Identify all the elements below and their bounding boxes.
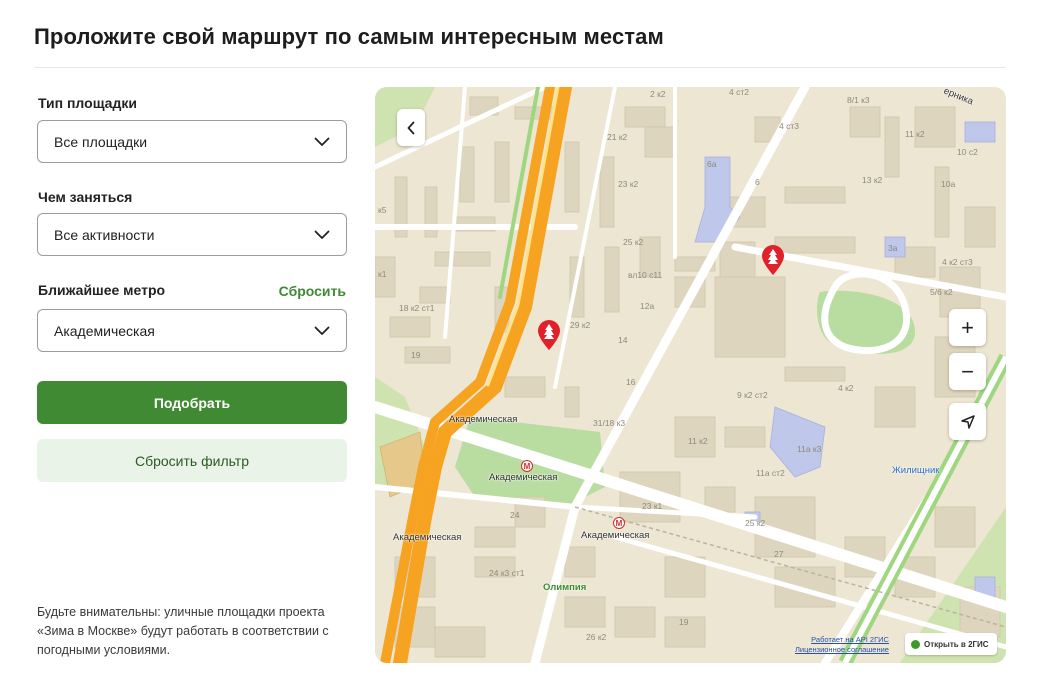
metro-label: Академическая (449, 414, 518, 425)
house-number: 23 к2 (618, 179, 639, 189)
2gis-logo-icon (911, 639, 920, 649)
house-number: 14 (618, 335, 628, 345)
submit-button[interactable]: Подобрать (37, 381, 347, 424)
house-number: 12а (640, 301, 655, 311)
map[interactable]: M M Академическая Академическая Академич… (375, 87, 1006, 663)
house-number: 11 к2 (905, 129, 925, 139)
map-marker-icon[interactable] (536, 319, 562, 351)
activity-select-value: Все активности (54, 226, 155, 243)
type-select[interactable]: Все площадки (37, 120, 347, 163)
map-back-button[interactable] (397, 109, 425, 146)
house-number: 13 к2 (862, 175, 883, 185)
house-number: 6 (755, 177, 760, 187)
metro-icon: M (521, 460, 533, 472)
house-number: 4 ст3 (779, 121, 799, 131)
attribution-license-link[interactable]: Лицензионное соглашение (795, 645, 889, 655)
house-number: 11а ст2 (756, 468, 785, 478)
type-filter-label: Тип площадки (38, 95, 137, 111)
zoom-in-button[interactable]: + (949, 309, 986, 346)
house-number: 21 к2 (607, 132, 628, 142)
chevron-down-icon (314, 323, 330, 339)
house-number: 16 (626, 377, 636, 387)
house-number: 4 ст2 (729, 87, 749, 97)
house-number: 27 (774, 549, 784, 559)
house-number: 25 к2 (623, 237, 644, 247)
house-number: 10 с2 (957, 147, 978, 157)
house-number: 25 к2 (745, 518, 766, 528)
metro-label: Академическая (581, 530, 650, 541)
metro-filter-label: Ближайшее метро (38, 282, 166, 298)
metro-select-value: Академическая (54, 322, 155, 339)
house-number: 19 (411, 350, 421, 360)
map-attribution[interactable]: Работает на API 2ГИС Лицензионное соглаш… (795, 635, 889, 655)
house-number: 6а (707, 159, 717, 169)
metro-icon: M (613, 517, 625, 529)
poi-label: Жилищник (892, 465, 940, 476)
activity-select[interactable]: Все активности (37, 213, 347, 256)
house-number: 4 к2 (838, 383, 854, 393)
house-number: 19 (679, 617, 689, 627)
house-number: вл10 с11 (628, 270, 663, 280)
house-number: 26 к2 (586, 632, 607, 642)
navigation-arrow-icon (960, 414, 975, 429)
house-number: 3а (888, 243, 898, 253)
house-number: 9 к2 ст2 (737, 390, 768, 400)
metro-label: Академическая (489, 472, 558, 483)
zoom-out-button[interactable]: − (949, 353, 986, 390)
house-number: 10а (941, 179, 956, 189)
house-number: 5/6 к2 (930, 287, 953, 297)
chevron-down-icon (314, 134, 330, 150)
page-title: Проложите свой маршрут по самым интересн… (34, 24, 664, 49)
house-number: 24 (510, 510, 520, 520)
house-number: 31/18 к3 (593, 418, 626, 428)
chevron-down-icon (314, 227, 330, 243)
house-number: 11 к2 (688, 436, 708, 446)
locate-button[interactable] (949, 403, 986, 440)
activity-filter-label: Чем заняться (38, 189, 133, 205)
house-number: 29 к2 (570, 320, 591, 330)
reset-filter-button[interactable]: Сбросить фильтр (37, 439, 347, 482)
house-number: 2 к2 (650, 89, 666, 99)
house-number: 18 к2 ст1 (399, 303, 435, 313)
map-canvas (375, 87, 1006, 663)
house-number: 4 к2 ст3 (942, 257, 973, 267)
header-divider (34, 67, 1006, 68)
metro-select[interactable]: Академическая (37, 309, 347, 352)
map-marker-icon[interactable] (760, 244, 786, 276)
open-in-2gis-label: Открыть в 2ГИС (924, 639, 989, 649)
poi-label: Олимпия (543, 582, 587, 593)
house-number: к5 (378, 205, 387, 215)
type-select-value: Все площадки (54, 133, 148, 150)
house-number: 24 к3 ст1 (489, 568, 525, 578)
chevron-left-icon (407, 121, 415, 134)
house-number: 23 к1 (642, 501, 663, 511)
house-number: к1 (378, 269, 387, 279)
open-in-2gis-button[interactable]: Открыть в 2ГИС (905, 633, 997, 655)
house-number: 11а к3 (797, 444, 822, 454)
house-number: 8/1 к3 (847, 95, 870, 105)
attribution-api-link[interactable]: Работает на API 2ГИС (795, 635, 889, 645)
weather-note: Будьте внимательны: уличные площадки про… (37, 605, 329, 657)
metro-label: Академическая (393, 532, 462, 543)
metro-reset-link[interactable]: Сбросить (279, 283, 346, 299)
